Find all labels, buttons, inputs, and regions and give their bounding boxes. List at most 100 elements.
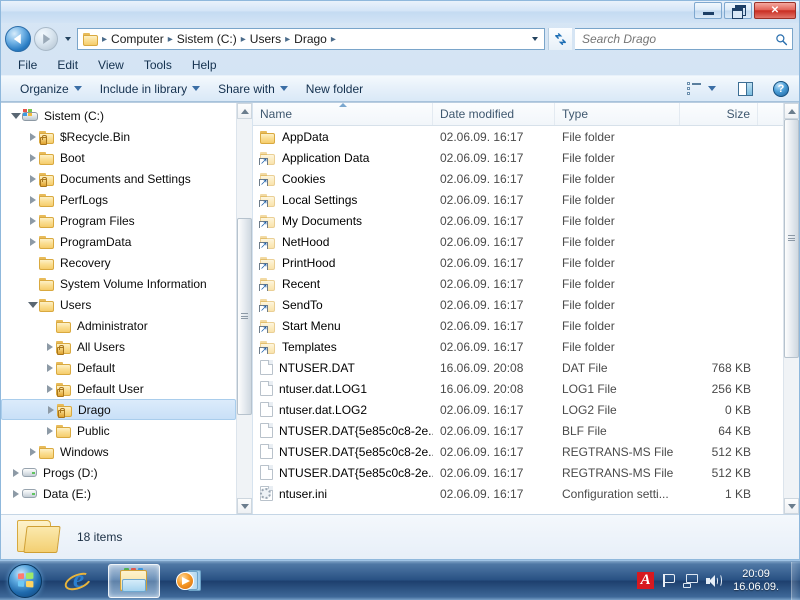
- file-list-row[interactable]: PrintHood 02.06.09. 16:17 File folder: [253, 252, 782, 273]
- expand-arrow-icon[interactable]: [9, 489, 22, 498]
- navigation-pane-scrollbar[interactable]: [236, 103, 252, 514]
- expand-arrow-icon[interactable]: [43, 426, 56, 435]
- breadcrumb-item-computer[interactable]: Computer: [108, 31, 167, 47]
- expand-arrow-icon[interactable]: [43, 342, 56, 351]
- tree-item-data-e[interactable]: Data (E:): [1, 483, 236, 504]
- address-bar[interactable]: ▸ Computer ▸ Sistem (C:) ▸ Users ▸ Drago…: [77, 28, 545, 50]
- new-folder-button[interactable]: New folder: [297, 79, 372, 99]
- tree-item-all-users[interactable]: All Users: [1, 336, 236, 357]
- file-list-row[interactable]: AppData 02.06.09. 16:17 File folder: [253, 126, 782, 147]
- menu-file[interactable]: File: [9, 56, 46, 74]
- tree-item-system-volume-information[interactable]: System Volume Information: [1, 273, 236, 294]
- file-list-row[interactable]: SendTo 02.06.09. 16:17 File folder: [253, 294, 782, 315]
- file-list-row[interactable]: ntuser.dat.LOG1 16.06.09. 20:08 LOG1 File 2…: [253, 378, 782, 399]
- file-list-row[interactable]: NetHood 02.06.09. 16:17 File folder: [253, 231, 782, 252]
- organize-button[interactable]: Organize: [11, 79, 91, 99]
- share-with-button[interactable]: Share with: [209, 79, 297, 99]
- file-list-row[interactable]: ntuser.ini 02.06.09. 16:17 Configuration s…: [253, 483, 782, 504]
- collapse-arrow-icon[interactable]: [26, 301, 39, 308]
- file-list-scrollbar[interactable]: [783, 103, 799, 514]
- file-list-row[interactable]: Application Data 02.06.09. 16:17 File fold…: [253, 147, 782, 168]
- tree-item-windows[interactable]: Windows: [1, 441, 236, 462]
- breadcrumb-item-drago[interactable]: Drago: [291, 31, 330, 47]
- tree-item-programdata[interactable]: ProgramData: [1, 231, 236, 252]
- column-header-type[interactable]: Type: [555, 103, 680, 125]
- menu-edit[interactable]: Edit: [48, 56, 87, 74]
- close-button[interactable]: ✕: [754, 2, 796, 19]
- expand-arrow-icon[interactable]: [26, 132, 39, 141]
- scrollbar-track[interactable]: [237, 119, 252, 498]
- expand-arrow-icon[interactable]: [9, 468, 22, 477]
- column-header-size[interactable]: Size: [680, 103, 758, 125]
- file-list-row[interactable]: NTUSER.DAT{5e85c0c8-2e... 02.06.09. 16:17…: [253, 441, 782, 462]
- minimize-button[interactable]: [694, 2, 722, 19]
- expand-arrow-icon[interactable]: [26, 447, 39, 456]
- tray-avira-button[interactable]: A: [637, 572, 655, 589]
- refresh-button[interactable]: [548, 28, 572, 50]
- expand-arrow-icon[interactable]: [43, 384, 56, 393]
- file-list-row[interactable]: NTUSER.DAT{5e85c0c8-2e... 02.06.09. 16:17…: [253, 420, 782, 441]
- breadcrumb-item-users[interactable]: Users: [247, 31, 284, 47]
- include-in-library-button[interactable]: Include in library: [91, 79, 209, 99]
- restore-button[interactable]: [724, 2, 752, 19]
- file-list-row[interactable]: NTUSER.DAT 16.06.09. 20:08 DAT File 768 KB: [253, 357, 782, 378]
- tree-item-recycle-bin[interactable]: $Recycle.Bin: [1, 126, 236, 147]
- column-header-date-modified[interactable]: Date modified: [433, 103, 555, 125]
- file-list-row[interactable]: Start Menu 02.06.09. 16:17 File folder: [253, 315, 782, 336]
- scroll-up-button[interactable]: [784, 103, 799, 119]
- file-list-row[interactable]: Templates 02.06.09. 16:17 File folder: [253, 336, 782, 357]
- tree-item-documents-and-settings[interactable]: Documents and Settings: [1, 168, 236, 189]
- taskbar-item-windows-media-player[interactable]: [164, 564, 216, 598]
- clock[interactable]: 20:09 16.06.09.: [729, 568, 785, 594]
- tree-item-sistem-c[interactable]: Sistem (C:): [1, 105, 236, 126]
- change-view-button[interactable]: [683, 81, 706, 97]
- back-button[interactable]: [5, 26, 31, 52]
- tray-action-center-button[interactable]: [661, 573, 676, 588]
- expand-arrow-icon[interactable]: [26, 216, 39, 225]
- expand-arrow-icon[interactable]: [44, 405, 57, 414]
- history-dropdown-button[interactable]: [61, 26, 74, 52]
- expand-arrow-icon[interactable]: [26, 174, 39, 183]
- address-dropdown-button[interactable]: [528, 37, 542, 41]
- scroll-down-button[interactable]: [784, 498, 799, 514]
- forward-button[interactable]: [34, 27, 58, 51]
- tree-item-perflogs[interactable]: PerfLogs: [1, 189, 236, 210]
- preview-pane-button[interactable]: [734, 80, 757, 98]
- scroll-down-button[interactable]: [237, 498, 252, 514]
- taskbar-item-windows-explorer[interactable]: [108, 563, 160, 598]
- tree-item-program-files[interactable]: Program Files: [1, 210, 236, 231]
- search-input[interactable]: [582, 32, 775, 46]
- file-list-row[interactable]: My Documents 02.06.09. 16:17 File folder: [253, 210, 782, 231]
- start-button[interactable]: [2, 562, 48, 600]
- expand-arrow-icon[interactable]: [26, 237, 39, 246]
- view-dropdown-button[interactable]: [706, 84, 720, 93]
- collapse-arrow-icon[interactable]: [9, 112, 22, 119]
- tray-network-button[interactable]: [683, 573, 699, 588]
- tree-item-progs-d[interactable]: Progs (D:): [1, 462, 236, 483]
- show-desktop-button[interactable]: [791, 561, 800, 600]
- file-list-row[interactable]: Local Settings 02.06.09. 16:17 File folder: [253, 189, 782, 210]
- tree-item-public[interactable]: Public: [1, 420, 236, 441]
- tree-item-users[interactable]: Users: [1, 294, 236, 315]
- scrollbar-track[interactable]: [784, 119, 799, 498]
- tree-item-boot[interactable]: Boot: [1, 147, 236, 168]
- expand-arrow-icon[interactable]: [26, 153, 39, 162]
- help-button[interactable]: ?: [769, 79, 793, 99]
- tree-item-default[interactable]: Default: [1, 357, 236, 378]
- menu-tools[interactable]: Tools: [135, 56, 181, 74]
- column-header-name[interactable]: Name: [253, 103, 433, 125]
- taskbar-item-internet-explorer[interactable]: e: [52, 564, 104, 598]
- tree-item-recovery[interactable]: Recovery: [1, 252, 236, 273]
- file-list-row[interactable]: Cookies 02.06.09. 16:17 File folder: [253, 168, 782, 189]
- scrollbar-thumb[interactable]: [237, 217, 252, 415]
- tree-item-drago[interactable]: Drago: [1, 399, 236, 420]
- breadcrumb-item-sistem-c[interactable]: Sistem (C:): [174, 31, 240, 47]
- menu-help[interactable]: Help: [183, 56, 226, 74]
- file-list-row[interactable]: ntuser.dat.LOG2 02.06.09. 16:17 LOG2 File 0…: [253, 399, 782, 420]
- expand-arrow-icon[interactable]: [43, 363, 56, 372]
- menu-view[interactable]: View: [89, 56, 133, 74]
- tree-item-administrator[interactable]: Administrator: [1, 315, 236, 336]
- tree-item-default-user[interactable]: Default User: [1, 378, 236, 399]
- file-list-row[interactable]: Recent 02.06.09. 16:17 File folder: [253, 273, 782, 294]
- tray-volume-button[interactable]: [706, 574, 723, 588]
